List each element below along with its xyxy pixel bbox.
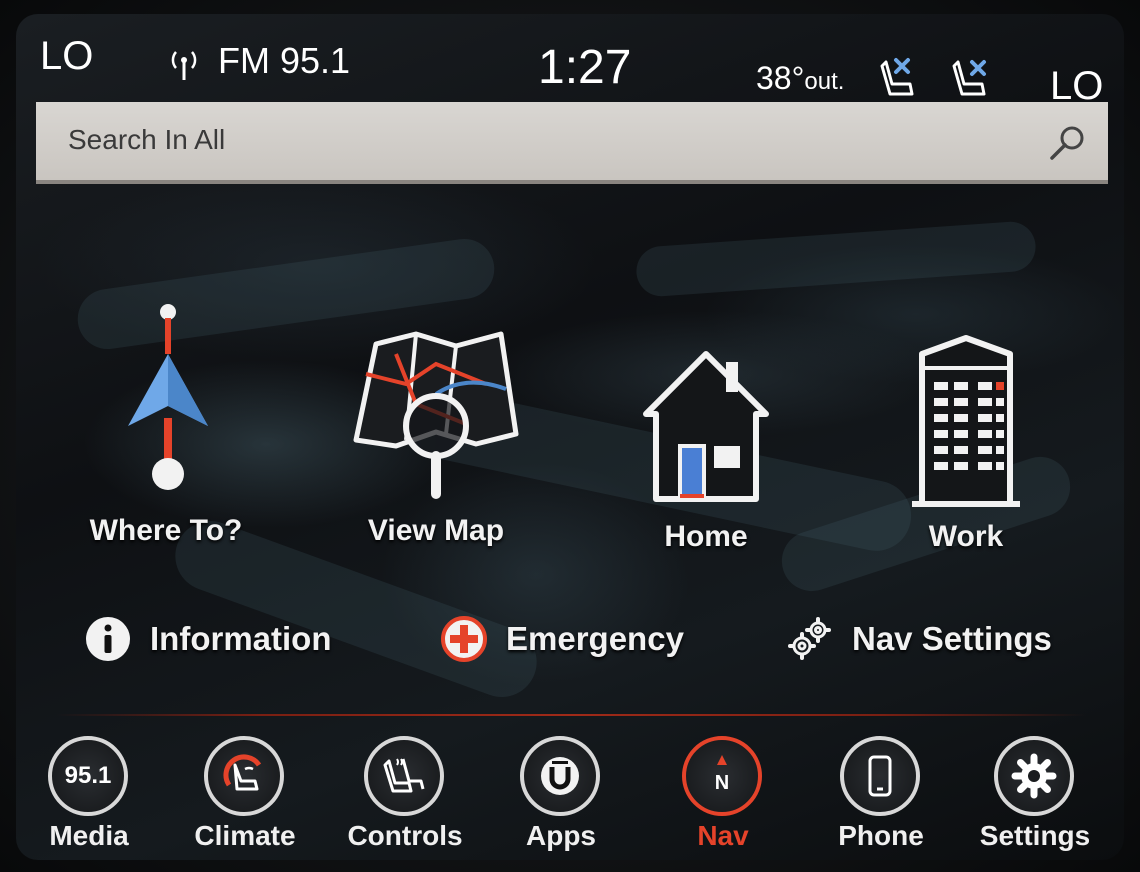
dock-nav[interactable]: N Nav [668,736,778,860]
dock-apps[interactable]: Apps [506,736,616,860]
phone-icon [840,736,920,816]
view-map-label: View Map [367,514,505,547]
radio-signal-icon [171,51,197,80]
nav-settings-label: Nav Settings [852,620,1052,657]
dock-controls-label: Controls [347,820,463,851]
work-tile[interactable]: Work [866,334,1066,594]
media-station-value: 95.1 [64,762,112,789]
home-label: Home [664,520,748,553]
nav-compass-icon: N [682,736,762,816]
view-map-tile[interactable]: View Map [336,314,536,574]
information-label: Information [150,620,332,657]
nav-screen: LO FM 95.1 1:27 38°out. LO Search In All [16,14,1124,860]
emergency-label: Emergency [506,620,684,657]
navigation-arrow-icon [128,304,208,490]
compass-letter: N [715,772,729,794]
media-icon: 95.1 [48,736,128,816]
clock: 1:27 [538,41,632,94]
plus-icon [441,616,487,662]
heated-seats-icon [383,758,425,793]
radio-station[interactable]: FM 95.1 [218,40,350,82]
dock-climate-label: Climate [194,820,296,851]
nav-settings-button[interactable]: Nav Settings [784,606,1052,672]
home-tile[interactable]: Home [606,334,806,594]
status-bar: LO FM 95.1 1:27 38°out. LO [16,14,1124,108]
map-texture [634,220,1038,298]
search-input[interactable]: Search In All [68,124,225,156]
dock-settings-label: Settings [979,820,1091,851]
options-row: Information Emergency Nav Settings [16,606,1124,686]
bottom-dock: 95.1 Media Climate Controls Apps N Nav P… [16,728,1124,860]
smartphone-icon [868,755,892,797]
temperature-value: 38° [756,60,805,96]
where-to-tile[interactable]: Where To? [66,294,266,554]
uconnect-icon [541,757,579,795]
gears-icon [788,617,831,660]
controls-icon [364,736,444,816]
info-icon [86,617,130,661]
work-label: Work [928,520,1004,553]
office-building-icon [912,335,1020,507]
dock-apps-label: Apps [526,820,596,851]
dock-media-label: Media [49,820,129,851]
compass-icon: N [715,755,729,794]
information-button[interactable]: Information [84,606,331,672]
passenger-seat-fan-icon[interactable] [948,54,996,102]
dock-divider [56,714,1086,716]
apps-icon [520,736,600,816]
dock-phone-label: Phone [838,820,924,851]
outside-temperature: 38°out. [756,60,844,97]
driver-seat-fan-icon[interactable] [872,54,920,102]
where-to-label: Where To? [89,514,243,547]
climate-seat-icon [223,754,262,791]
settings-icon [994,736,1074,816]
map-magnifier-icon [353,331,519,499]
temperature-suffix: out. [804,68,845,95]
gear-icon [1011,753,1057,799]
house-icon [643,351,769,502]
dock-settings[interactable]: Settings [980,736,1090,860]
dock-nav-label: Nav [697,820,749,851]
driver-temp-setting[interactable]: LO [40,34,93,79]
climate-icon [204,736,284,816]
dock-controls[interactable]: Controls [347,736,463,860]
dock-media[interactable]: 95.1 Media [34,736,144,860]
search-icon[interactable] [1046,122,1088,164]
dock-climate[interactable]: Climate [190,736,300,860]
search-bar[interactable]: Search In All [36,102,1108,184]
emergency-button[interactable]: Emergency [440,606,684,672]
dock-phone[interactable]: Phone [826,736,936,860]
